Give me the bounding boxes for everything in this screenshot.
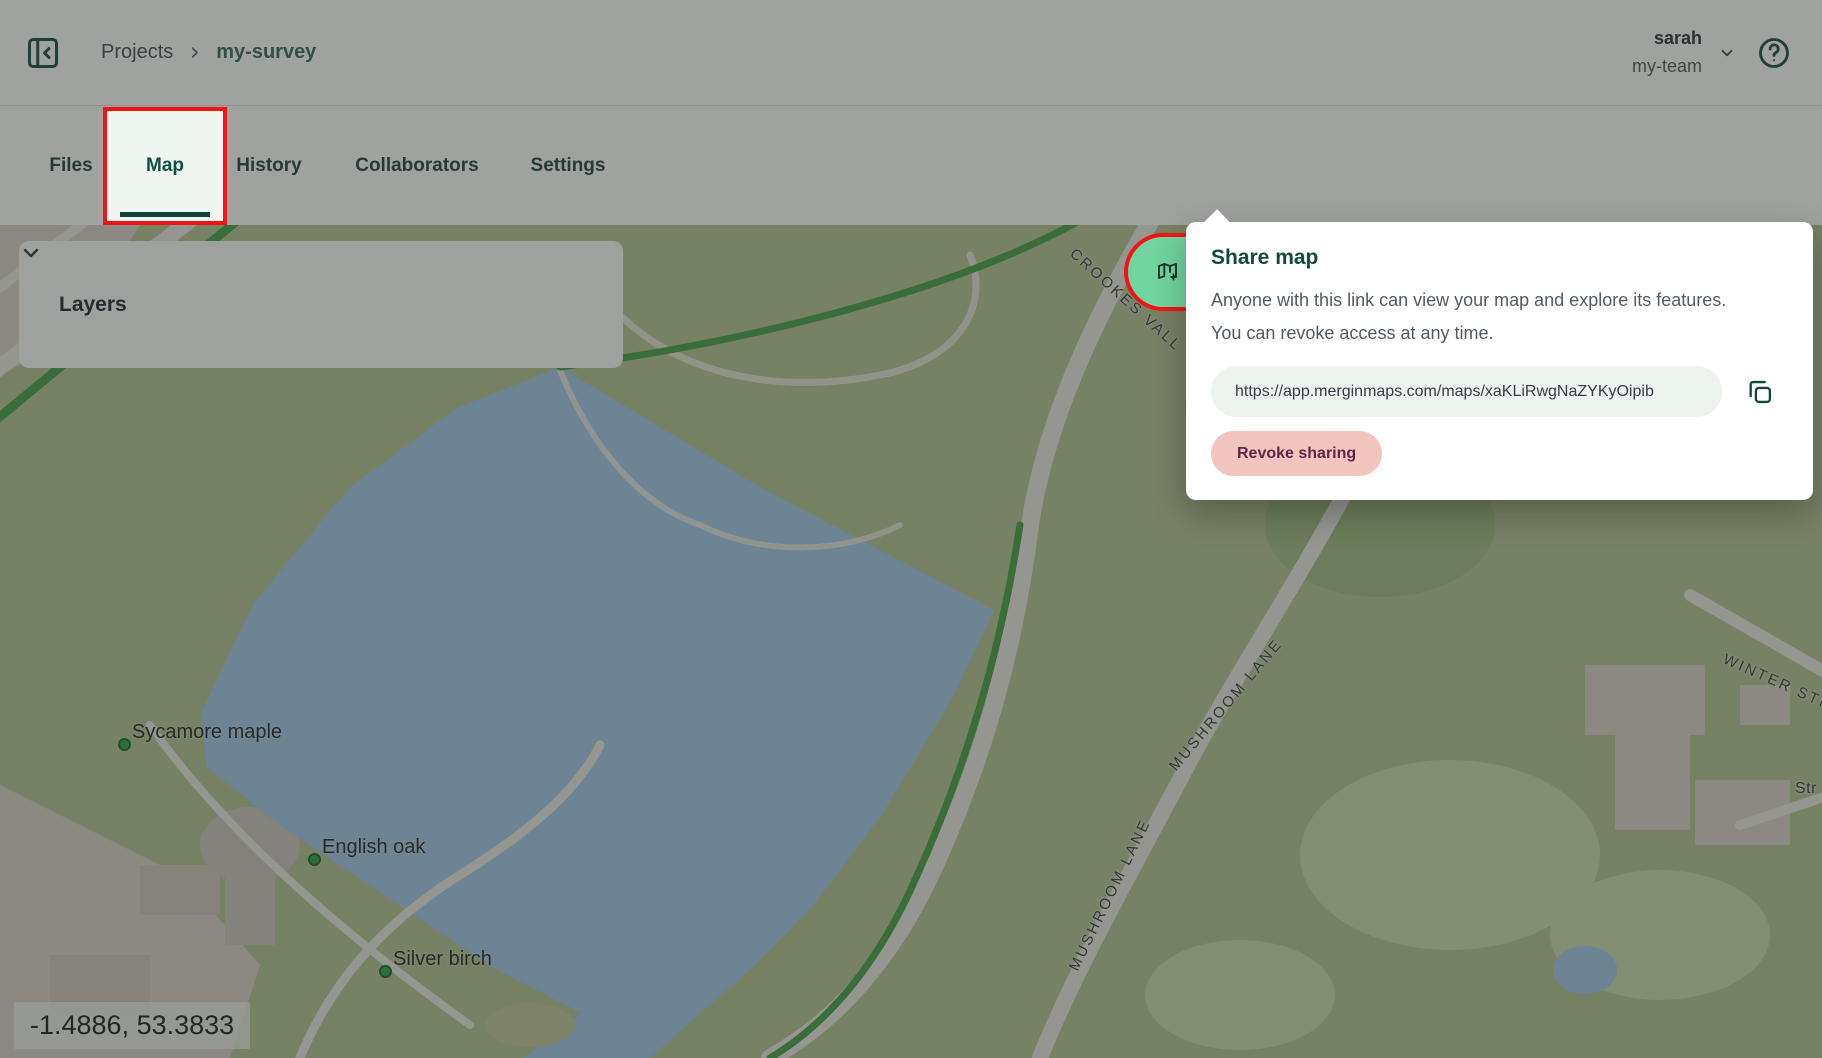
layers-panel[interactable]: Layers (19, 241, 623, 368)
revoke-sharing-button[interactable]: Revoke sharing (1211, 431, 1382, 476)
popover-title: Share map (1211, 246, 1788, 270)
top-header: Projects my-survey sarah my-team (0, 0, 1822, 106)
help-icon[interactable] (1756, 35, 1792, 71)
project-tabbar: Files Map History Collaborators Settings… (0, 107, 1822, 225)
marker-dot-icon (308, 853, 321, 866)
breadcrumb: Projects my-survey (101, 41, 316, 64)
chevron-right-icon (187, 45, 202, 60)
popover-description-line2: You can revoke access at any time. (1211, 317, 1788, 350)
active-tab-indicator (120, 212, 210, 217)
copy-link-icon[interactable] (1746, 378, 1774, 406)
breadcrumb-current-project: my-survey (216, 41, 316, 64)
marker-label: English oak (322, 836, 425, 859)
tab-map[interactable]: Map (103, 107, 227, 225)
account-username: sarah (1632, 25, 1702, 53)
chevron-down-icon (1718, 44, 1736, 62)
street-label: Str (1795, 780, 1817, 798)
marker-dot-icon (379, 965, 392, 978)
marker-label: Sycamore maple (132, 721, 282, 744)
share-link-row: https://app.merginmaps.com/maps/xaKLiRwg… (1211, 366, 1788, 417)
share-map-popover: Share map Anyone with this link can view… (1186, 222, 1813, 500)
map-share-icon (1156, 260, 1180, 284)
account-menu[interactable]: sarah my-team (1632, 25, 1736, 81)
tab-map-label: Map (146, 155, 184, 177)
marker-dot-icon (118, 738, 131, 751)
share-link-field[interactable]: https://app.merginmaps.com/maps/xaKLiRwg… (1211, 366, 1722, 417)
popover-description-line1: Anyone with this link can view your map … (1211, 284, 1788, 317)
tab-collaborators[interactable]: Collaborators (348, 107, 486, 225)
tab-history[interactable]: History (230, 107, 308, 225)
breadcrumb-projects-link[interactable]: Projects (101, 41, 173, 64)
layers-panel-title: Layers (59, 293, 127, 317)
app-window: CROOKES VALL MUSHROOM LANE MUSHROOM LANE… (0, 0, 1822, 1058)
tab-files[interactable]: Files (40, 107, 102, 225)
sidebar-collapse-icon[interactable] (25, 35, 61, 71)
coordinates-readout: -1.4886, 53.3833 (14, 1002, 250, 1049)
marker-label: Silver birch (393, 948, 492, 971)
tab-settings[interactable]: Settings (524, 107, 612, 225)
account-workspace: my-team (1632, 53, 1702, 81)
